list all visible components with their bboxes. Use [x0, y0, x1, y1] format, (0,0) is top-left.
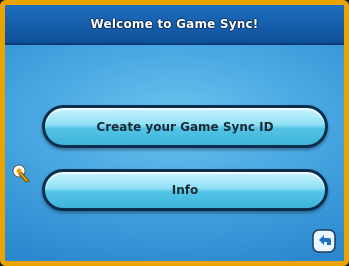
page-title: Welcome to Game Sync! [90, 17, 259, 31]
info-label: Info [171, 183, 199, 197]
stylus-pointer-icon [12, 164, 30, 183]
title-bar: Welcome to Game Sync! [5, 5, 344, 45]
game-sync-screen: Welcome to Game Sync! Create your Game S… [0, 0, 349, 266]
info-button[interactable]: Info [42, 169, 328, 211]
back-arrow-icon[interactable] [312, 229, 336, 253]
create-game-sync-id-button[interactable]: Create your Game Sync ID [42, 105, 328, 148]
create-game-sync-id-label: Create your Game Sync ID [96, 119, 274, 134]
